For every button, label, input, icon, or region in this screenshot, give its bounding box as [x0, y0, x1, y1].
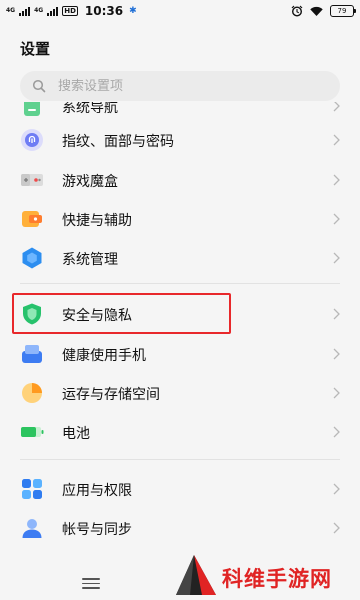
settings-item-label: 电池	[62, 426, 90, 442]
settings-item-label: 应用与权限	[62, 483, 132, 499]
watermark-logo-icon	[176, 555, 216, 595]
settings-item-label: 系统管理	[62, 252, 118, 268]
settings-item-shortcuts-assist[interactable]: 快捷与辅助	[0, 199, 360, 239]
settings-item-label: 健康使用手机	[62, 348, 146, 364]
highlight-annotation-box	[12, 293, 231, 334]
storage-pie-icon	[22, 383, 42, 403]
network-type-2: 4G	[34, 7, 44, 14]
alarm-icon	[291, 5, 303, 17]
chevron-right-icon	[333, 483, 340, 495]
settings-screen: 4G 4G HD 10:36 ✱ 79 设置 搜索设置项 系统导航 指纹、面部与…	[0, 0, 360, 600]
chevron-right-icon	[333, 426, 340, 438]
navigation-icon	[24, 102, 40, 116]
settings-item-system-management[interactable]: 系统管理	[0, 238, 360, 278]
chevron-right-icon	[333, 348, 340, 360]
settings-item-battery[interactable]: 电池	[0, 412, 360, 452]
system-management-icon	[22, 247, 42, 269]
section-divider	[20, 459, 340, 460]
health-phone-icon	[22, 345, 42, 363]
chevron-right-icon	[333, 134, 340, 146]
settings-item-ram-storage[interactable]: 运存与存储空间	[0, 373, 360, 413]
settings-item-label: 快捷与辅助	[62, 213, 132, 229]
shortcut-icon	[22, 211, 42, 227]
settings-item-label: 游戏魔盒	[62, 174, 118, 190]
signal-icon	[19, 6, 31, 16]
settings-item-apps-permissions[interactable]: 应用与权限	[0, 469, 360, 509]
chevron-right-icon	[333, 522, 340, 534]
chevron-right-icon	[333, 252, 340, 264]
clock: 10:36	[84, 4, 124, 18]
search-bar[interactable]	[20, 71, 340, 101]
fingerprint-icon	[21, 129, 43, 151]
settings-item-label: 指纹、面部与密码	[62, 134, 174, 150]
settings-item-healthy-phone-use[interactable]: 健康使用手机	[0, 334, 360, 374]
settings-item-game-box[interactable]: 游戏魔盒	[0, 160, 360, 200]
chevron-right-icon	[333, 174, 340, 186]
status-bar: 4G 4G HD 10:36 ✱ 79	[0, 0, 360, 24]
hd-badge: HD	[62, 6, 78, 16]
menu-handle-icon[interactable]	[82, 578, 100, 589]
search-input[interactable]	[56, 77, 320, 95]
search-icon	[32, 79, 46, 93]
battery-icon	[21, 427, 44, 437]
apps-grid-icon	[22, 479, 42, 499]
signal-icon-2	[47, 6, 59, 16]
chevron-right-icon	[333, 387, 340, 399]
settings-item-fingerprint-face-password[interactable]: 指纹、面部与密码	[0, 120, 360, 160]
notification-app-icon: ✱	[129, 6, 137, 16]
chevron-right-icon	[333, 308, 340, 320]
settings-item-label: 系统导航	[62, 102, 118, 116]
settings-item-label: 运存与存储空间	[62, 387, 160, 403]
section-divider	[20, 283, 340, 284]
page-title: 设置	[20, 40, 51, 58]
watermark: 科维手游网	[172, 549, 360, 600]
watermark-text: 科维手游网	[222, 567, 332, 591]
settings-item-account-sync[interactable]: 帐号与同步	[0, 508, 360, 548]
settings-item-label: 帐号与同步	[62, 522, 132, 538]
network-type-1: 4G	[6, 7, 16, 14]
account-icon	[22, 519, 42, 538]
game-box-icon	[21, 174, 43, 186]
battery-indicator: 79	[330, 5, 356, 17]
wifi-icon	[310, 6, 323, 16]
chevron-right-icon	[333, 213, 340, 225]
chevron-right-icon	[333, 102, 340, 112]
